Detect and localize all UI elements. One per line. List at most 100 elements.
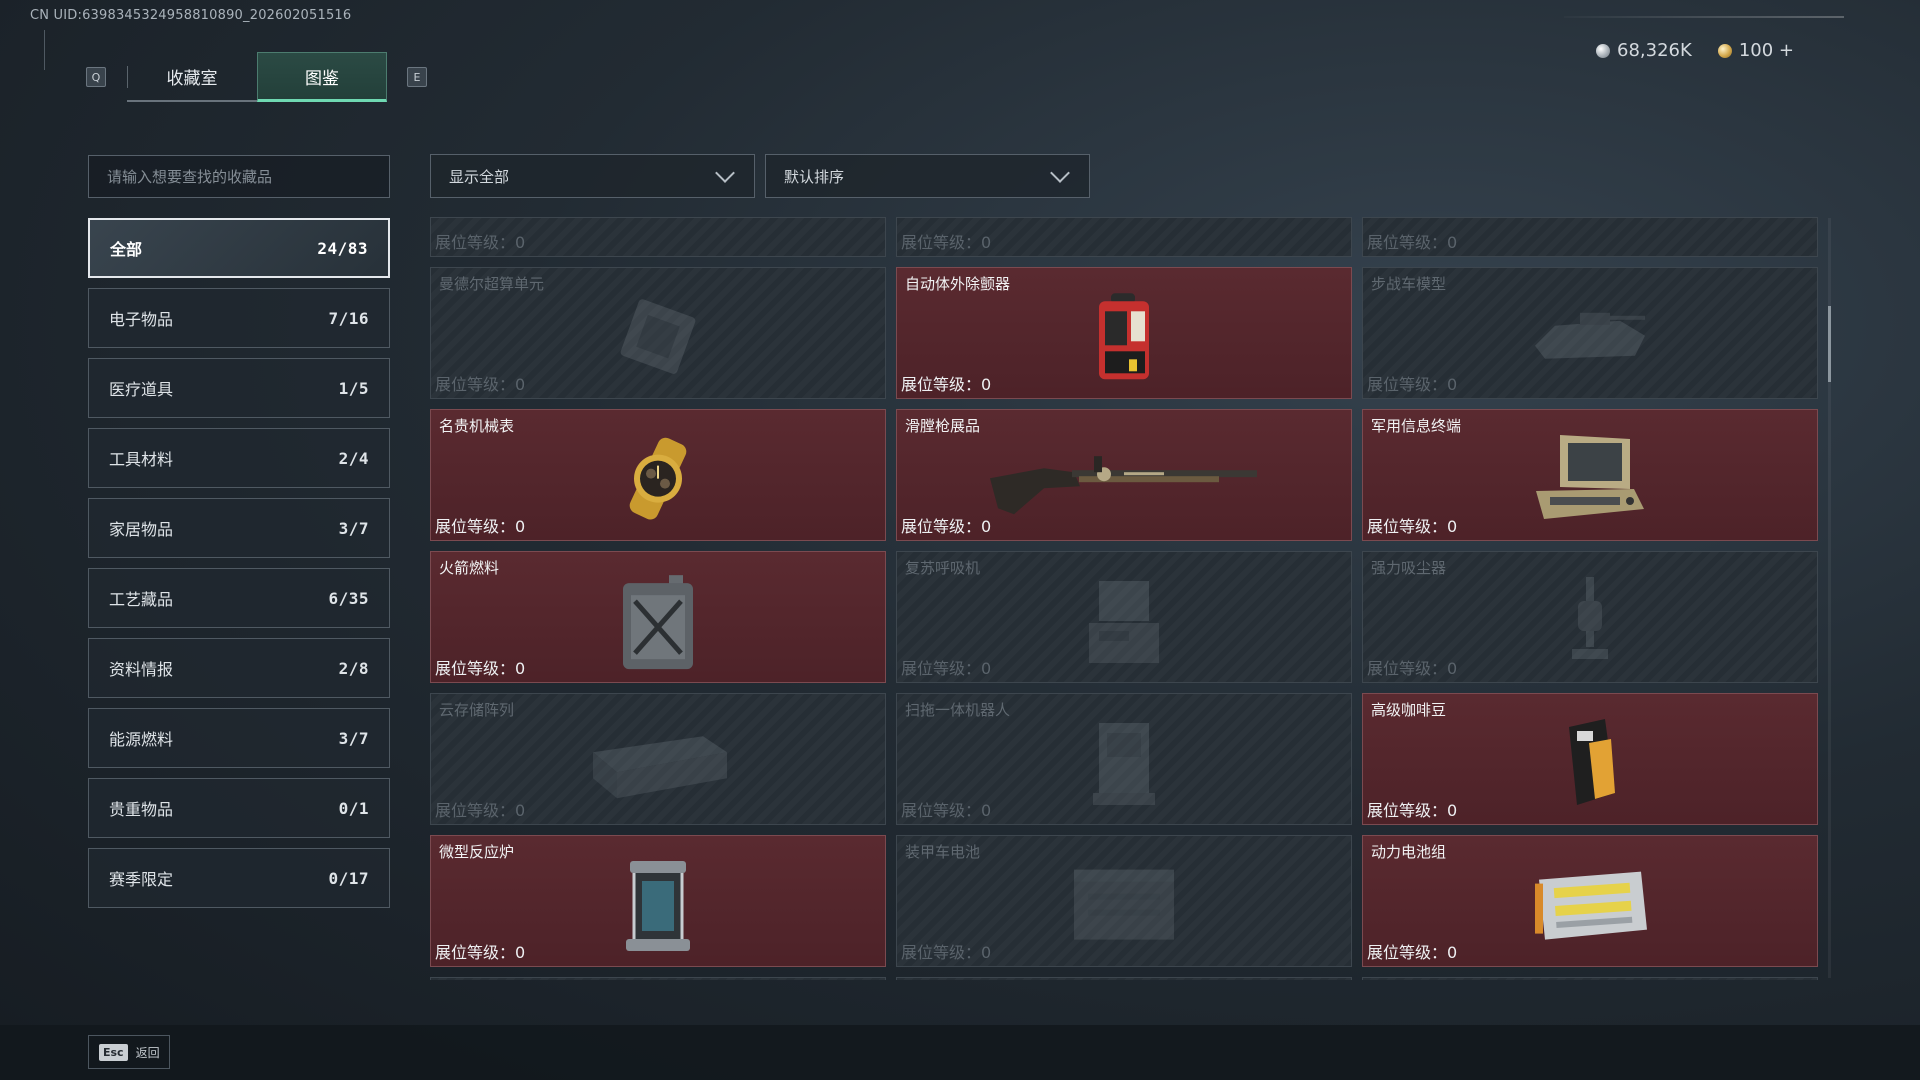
item-card-partial[interactable]: [430, 977, 886, 980]
item-card-partial[interactable]: 展位等级：0: [1362, 217, 1818, 257]
item-card[interactable]: 云存储阵列 展位等级：0: [430, 693, 886, 825]
item-card[interactable]: 曼德尔超算单元 展位等级：0: [430, 267, 886, 399]
level-value: 0: [515, 943, 526, 962]
key-hint-q: Q: [86, 67, 106, 87]
armored-battery-icon: [1074, 869, 1174, 940]
item-level: 展位等级：0: [901, 797, 991, 821]
item-card-partial[interactable]: 展位等级：0: [430, 217, 886, 257]
item-card[interactable]: 扫拖一体机器人 展位等级：0: [896, 693, 1352, 825]
item-card[interactable]: 名贵机械表 展位等级：0: [430, 409, 886, 541]
scrollbar-thumb[interactable]: [1828, 306, 1831, 382]
search-box[interactable]: [88, 155, 390, 198]
gold-currency[interactable]: 100 +: [1717, 40, 1794, 61]
coffee-bag-icon: [1569, 719, 1615, 805]
musket-icon: [990, 456, 1257, 515]
level-label: 展位等级：: [901, 943, 982, 962]
level-label: 展位等级：: [435, 801, 516, 820]
level-value: 0: [1447, 233, 1458, 252]
category-label: 医疗道具: [109, 380, 174, 399]
item-card[interactable]: 微型反应炉 展位等级：0: [430, 835, 886, 967]
level-label: 展位等级：: [435, 517, 516, 536]
esc-key-icon: Esc: [99, 1043, 128, 1061]
item-level: 展位等级：0: [1367, 371, 1457, 395]
category-count: 0/17: [328, 868, 369, 888]
category-crafts[interactable]: 工艺藏品 6/35: [88, 568, 390, 628]
item-name: 强力吸尘器: [1371, 559, 1447, 577]
level-value: 0: [981, 233, 992, 252]
item-name: 步战车模型: [1371, 275, 1447, 293]
item-card-partial[interactable]: [896, 977, 1352, 980]
item-card[interactable]: 军用信息终端 展位等级：0: [1362, 409, 1818, 541]
level-label: 展位等级：: [901, 375, 982, 394]
level-label: 展位等级：: [901, 233, 982, 252]
item-level: 展位等级：0: [435, 939, 525, 963]
item-card[interactable]: 动力电池组 展位等级：0: [1362, 835, 1818, 967]
category-electronics[interactable]: 电子物品 7/16: [88, 288, 390, 348]
item-card-partial[interactable]: [1362, 977, 1818, 980]
item-level: 展位等级：0: [435, 655, 525, 679]
level-label: 展位等级：: [435, 233, 516, 252]
level-label: 展位等级：: [1367, 943, 1448, 962]
search-input[interactable]: [107, 167, 371, 186]
level-label: 展位等级：: [1367, 801, 1448, 820]
item-level: 展位等级：0: [435, 513, 525, 537]
display-filter-dropdown[interactable]: 显示全部: [430, 154, 755, 198]
vacuum-icon: [1572, 577, 1608, 659]
category-count: 2/8: [338, 658, 369, 678]
item-card[interactable]: 步战车模型 展位等级：0: [1362, 267, 1818, 399]
level-label: 展位等级：: [1367, 233, 1448, 252]
tab-collection-room[interactable]: 收藏室: [127, 52, 257, 102]
item-name: 曼德尔超算单元: [439, 275, 545, 293]
item-level: 展位等级：0: [901, 655, 991, 679]
item-name: 自动体外除颤器: [905, 275, 1011, 293]
level-label: 展位等级：: [1367, 659, 1448, 678]
back-button[interactable]: Esc 返回: [88, 1035, 170, 1069]
level-label: 展位等级：: [1367, 517, 1448, 536]
tab-bar: 收藏室 图鉴: [127, 52, 387, 102]
item-card-partial[interactable]: 展位等级：0: [896, 217, 1352, 257]
category-intel[interactable]: 资料情报 2/8: [88, 638, 390, 698]
category-all[interactable]: 全部 24/83: [88, 218, 390, 278]
item-card[interactable]: 滑膛枪展品 展位等级：0: [896, 409, 1352, 541]
category-energy[interactable]: 能源燃料 3/7: [88, 708, 390, 768]
category-count: 7/16: [328, 308, 369, 328]
category-valuables[interactable]: 贵重物品 0/1: [88, 778, 390, 838]
storage-array-icon: [593, 736, 727, 799]
category-tools[interactable]: 工具材料 2/4: [88, 428, 390, 488]
category-household[interactable]: 家居物品 3/7: [88, 498, 390, 558]
category-count: 2/4: [338, 448, 369, 468]
item-card[interactable]: 火箭燃料 展位等级：0: [430, 551, 886, 683]
item-card[interactable]: 装甲车电池 展位等级：0: [896, 835, 1352, 967]
item-level: 展位等级：0: [1367, 229, 1457, 253]
tab-label: 收藏室: [166, 68, 218, 89]
item-level: 展位等级：0: [901, 513, 991, 537]
ventilator-icon: [1089, 581, 1159, 663]
left-deco: [44, 30, 50, 70]
category-medical[interactable]: 医疗道具 1/5: [88, 358, 390, 418]
category-label: 能源燃料: [109, 730, 174, 749]
battery-pack-icon: [1535, 871, 1647, 940]
item-level: 展位等级：0: [901, 229, 991, 253]
item-card[interactable]: 高级咖啡豆 展位等级：0: [1362, 693, 1818, 825]
sort-dropdown[interactable]: 默认排序: [765, 154, 1090, 198]
bottom-bar: [0, 1025, 1920, 1080]
level-value: 0: [981, 517, 992, 536]
item-card[interactable]: 自动体外除颤器 展位等级：0: [896, 267, 1352, 399]
level-value: 0: [981, 375, 992, 394]
category-label: 贵重物品: [109, 800, 174, 819]
item-level: 展位等级：0: [435, 371, 525, 395]
item-name: 滑膛枪展品: [905, 417, 981, 435]
level-value: 0: [515, 659, 526, 678]
tab-catalog[interactable]: 图鉴: [257, 52, 387, 102]
fuel-can-icon: [623, 575, 693, 670]
item-name: 装甲车电池: [905, 843, 981, 861]
level-value: 0: [1447, 517, 1458, 536]
level-value: 0: [515, 233, 526, 252]
category-count: 0/1: [338, 798, 369, 818]
category-season-limited[interactable]: 赛季限定 0/17: [88, 848, 390, 908]
back-label: 返回: [135, 1045, 160, 1060]
item-card[interactable]: 强力吸尘器 展位等级：0: [1362, 551, 1818, 683]
item-card[interactable]: 复苏呼吸机 展位等级：0: [896, 551, 1352, 683]
gold-coin-icon: [1717, 43, 1732, 58]
level-label: 展位等级：: [901, 517, 982, 536]
